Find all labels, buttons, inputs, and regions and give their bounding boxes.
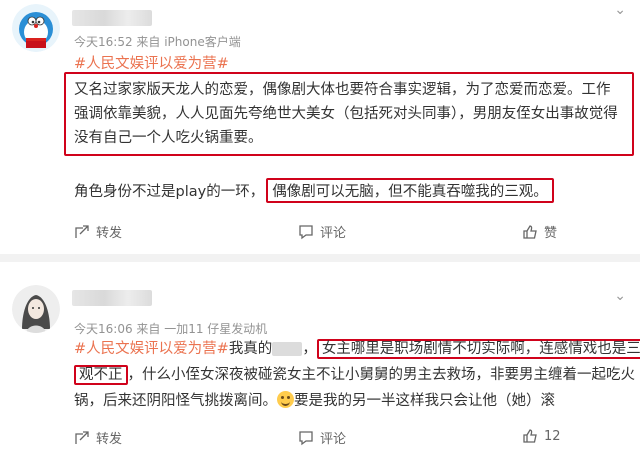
highlighted-text: 女主哪里是职场剧情不切实际啊，连感情戏也是三 (316, 339, 640, 359)
thumbs-up-icon (523, 429, 537, 443)
highlighted-paragraph: 又名过家家版天龙人的恋爱，偶像剧大体也要符合事实逻辑，为了恋爱而恋爱。工作强调依… (64, 72, 634, 156)
chevron-down-icon[interactable]: ⌄ (614, 2, 626, 18)
post-meta: 今天16:06 来自 一加11 仔星发动机 (74, 322, 268, 336)
avatar[interactable] (12, 285, 60, 333)
post-second-line: 角色身份不过是play的一环， 偶像剧可以无脑，但不能真吞噬我的三观。 (74, 178, 554, 203)
comment-label: 评论 (320, 226, 347, 241)
forward-button[interactable]: 转发 (74, 222, 122, 241)
hashtag-link[interactable]: #人民文娱评以爱为营# (74, 341, 229, 357)
username[interactable] (72, 10, 152, 26)
comment-icon (299, 224, 313, 239)
avatar[interactable] (12, 4, 60, 52)
action-bar: 转发 评论 12 (0, 422, 640, 452)
post-line-3: 锅，后来还阴阳怪气挑拨离间。 要是我的另一半这样我只会让他（她）滚 (74, 389, 555, 413)
username[interactable] (72, 290, 152, 306)
like-count: 12 (544, 428, 561, 444)
post-line-2: 观不正 ，什么小侄女深夜被碰瓷女主不让小舅舅的男主去救场，非要男主缠着一起吃火 (74, 363, 635, 387)
smile-emoji-icon (277, 391, 294, 408)
forward-label: 转发 (96, 226, 123, 241)
like-button[interactable]: 12 (522, 428, 561, 444)
post-meta: 今天16:52 来自 iPhone客户端 (74, 35, 241, 49)
post-line-1: #人民文娱评以爱为营#我真的，女主哪里是职场剧情不切实际啊，连感情戏也是三 (74, 337, 640, 361)
like-label: 赞 (544, 226, 558, 241)
action-bar: 转发 评论 赞 (0, 216, 640, 246)
highlighted-text: 观不正 (74, 365, 128, 385)
post-text: 锅，后来还阴阳怪气挑拨离间。 (74, 393, 277, 409)
like-button[interactable]: 赞 (522, 222, 557, 241)
forward-icon (75, 224, 89, 238)
post-card-1: ⌄ 今天16:52 来自 iPhone客户端 #人民文娱评以爱为营# 又名过家家… (0, 0, 640, 254)
highlighted-text: 偶像剧可以无脑，但不能真吞噬我的三观。 (266, 178, 554, 203)
comment-label: 评论 (320, 432, 347, 447)
chevron-down-icon[interactable]: ⌄ (614, 288, 626, 304)
comment-button[interactable]: 评论 (298, 222, 346, 241)
post-text: 角色身份不过是play的一环， (74, 184, 265, 200)
forward-icon (75, 430, 89, 444)
forward-label: 转发 (96, 432, 123, 447)
post-text: 我真的 (228, 341, 273, 357)
redacted-mention (272, 342, 303, 356)
post-card-2: ⌄ 今天16:06 来自 一加11 仔星发动机 #人民文娱评以爱为营#我真的，女… (0, 262, 640, 459)
comment-icon (299, 430, 313, 445)
thumbs-up-icon (523, 224, 537, 239)
post-text: ，什么小侄女深夜被碰瓷女主不让小舅舅的男主去救场，非要男主缠着一起吃火 (127, 367, 636, 383)
forward-button[interactable]: 转发 (74, 428, 122, 447)
comment-button[interactable]: 评论 (298, 428, 346, 447)
post-divider (0, 254, 640, 262)
post-text: 要是我的另一半这样我只会让他（她）滚 (294, 393, 555, 409)
hashtag-link[interactable]: #人民文娱评以爱为营# (74, 52, 229, 73)
